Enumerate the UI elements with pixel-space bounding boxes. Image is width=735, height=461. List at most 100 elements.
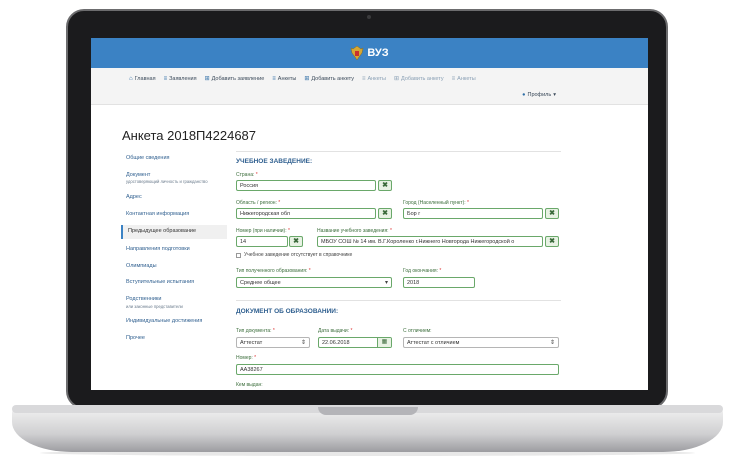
sidebar-item-label: Вступительные испытания — [126, 279, 195, 286]
edu-type-label: Тип полученного образования: * — [236, 268, 311, 274]
list-icon: ≡ — [361, 75, 366, 82]
nav-item-label: Заявления — [169, 75, 197, 82]
sidebar-item-sublabel: или законные представители — [126, 303, 183, 309]
nav-item[interactable]: ⌂ Главная — [129, 75, 156, 82]
list-icon: ≡ — [272, 75, 276, 82]
school-missing-checkbox[interactable] — [236, 253, 241, 258]
country-label: Страна: * — [236, 172, 258, 178]
clear-school-name-button[interactable]: ✖ — [545, 236, 559, 247]
sidebar-item[interactable]: Олимпиады — [121, 261, 227, 273]
issue-date-value: 22.06.2018 — [322, 340, 350, 346]
nav-item[interactable]: ⊞ Добавить анкету — [394, 75, 444, 83]
sidebar-item-label: Общие сведения — [126, 155, 170, 161]
sidebar-item[interactable]: Контактная информация — [121, 209, 227, 221]
nav-item[interactable]: ≡ Заявления — [164, 75, 197, 82]
issue-date-field[interactable]: 22.06.2018 ▦ — [318, 337, 392, 348]
sidebar-item[interactable]: Адрес — [121, 192, 227, 204]
clear-region-button[interactable]: ✖ — [378, 208, 392, 219]
divider — [236, 300, 561, 301]
list-icon: ≡ — [163, 75, 168, 82]
emblem-icon — [351, 45, 364, 61]
issued-by-label: Кем выдан: — [236, 382, 263, 388]
nav-item-label: Анкеты — [457, 75, 476, 82]
edu-type-value: Среднее общее — [240, 280, 281, 286]
country-field[interactable]: Россия — [236, 180, 376, 191]
school-number-field[interactable]: 14 — [236, 236, 288, 247]
sidebar-item[interactable]: Предыдущее образование — [121, 225, 227, 239]
app-header: ВУЗ — [91, 38, 648, 68]
clear-country-button[interactable]: ✖ — [378, 180, 392, 191]
nav-item-label: Главная — [134, 75, 156, 82]
grad-year-label: Год окончания: * — [403, 268, 442, 274]
honors-value: Аттестат с отличием — [407, 340, 460, 346]
clear-school-number-button[interactable]: ✖ — [289, 236, 303, 247]
list-icon: ≡ — [451, 75, 456, 82]
nav-item-label: Анкеты — [367, 75, 386, 82]
chevron-down-icon: ▾ — [384, 280, 388, 286]
region-field[interactable]: Нижегородская обл — [236, 208, 376, 219]
nav-item-label: Добавить заявление — [211, 75, 265, 82]
screen: ВУЗ ⌂ Главная ≡ Заявления ⊞ Добавить заявлени… — [91, 38, 648, 390]
honors-label: С отличием: — [403, 328, 432, 334]
camera — [367, 15, 371, 19]
sidebar-item-label: Прочее — [126, 334, 145, 341]
city-label: Город (Населенный пункт): * — [403, 200, 469, 206]
issue-date-label: Дата выдачи: * — [318, 328, 353, 334]
chevron-down-icon: ▾ — [553, 92, 556, 98]
nav-row: ⌂ Главная ≡ Заявления ⊞ Добавить заявление ≡ Ан… — [129, 75, 476, 83]
school-missing-label: Учебное заведение отсутствует в справочн… — [244, 252, 353, 258]
nav-item-label: Анкеты — [277, 75, 297, 82]
home-icon: ⌂ — [129, 75, 133, 82]
app-title: ВУЗ — [367, 47, 389, 59]
nav-item[interactable]: ≡ Анкеты — [272, 75, 296, 82]
sidebar-item-label: Документ — [126, 171, 151, 178]
divider — [236, 151, 561, 152]
plus-icon: ⊞ — [204, 76, 210, 82]
sidebar-item-sublabel: удостоверяющий личность и гражданство — [126, 179, 208, 185]
document-section-title: ДОКУМЕНТ ОБ ОБРАЗОВАНИИ: — [236, 308, 339, 315]
doc-number-field[interactable]: АА38267 — [236, 364, 559, 375]
top-nav: ⌂ Главная ≡ Заявления ⊞ Добавить заявление ≡ Ан… — [91, 68, 648, 105]
page-title: Анкета 2018П4224687 — [122, 128, 257, 143]
updown-icon: ⇕ — [300, 340, 306, 346]
grad-year-field[interactable]: 2018 — [403, 277, 475, 288]
sidebar: Общие сведения Документ удостоверяющий лич… — [121, 153, 227, 349]
app-logo[interactable]: ВУЗ — [350, 45, 389, 61]
plus-icon: ⊞ — [394, 76, 400, 82]
nav-item-label: Добавить анкету — [311, 75, 354, 82]
nav-item[interactable]: ⊞ Добавить заявление — [204, 75, 265, 83]
profile-menu[interactable]: ● Профиль ▾ — [522, 92, 556, 98]
edu-type-select[interactable]: Среднее общее ▾ — [236, 277, 392, 288]
sidebar-item[interactable]: Направления подготовки — [121, 244, 227, 256]
sidebar-item[interactable]: Документ удостоверяющий личность и гражда… — [121, 170, 227, 187]
sidebar-item[interactable]: Индивидуальные достижения — [121, 316, 227, 328]
sidebar-item-label: Предыдущее образование — [128, 228, 197, 235]
doc-type-label: Тип документа: * — [236, 328, 275, 334]
honors-select[interactable]: Аттестат с отличием ⇕ — [403, 337, 559, 348]
school-name-field[interactable]: МБОУ СОШ № 14 им. В.Г.Короленко г.Нижнег… — [317, 236, 543, 247]
doc-type-select[interactable]: Аттестат ⇕ — [236, 337, 310, 348]
sidebar-item-label: Родственники — [126, 295, 162, 302]
clear-city-button[interactable]: ✖ — [545, 208, 559, 219]
sidebar-item-label: Направления подготовки — [126, 245, 190, 252]
city-field[interactable]: Бор г — [403, 208, 543, 219]
plus-icon: ⊞ — [304, 76, 310, 82]
sidebar-item-label: Олимпиады — [126, 262, 157, 269]
profile-label: Профиль — [527, 92, 552, 98]
nav-item[interactable]: ≡ Анкеты — [452, 75, 476, 82]
sidebar-item[interactable]: Прочее — [121, 333, 227, 345]
school-name-label: Название учебного заведения: * — [317, 228, 392, 234]
sidebar-item[interactable]: Родственники или законные представители — [121, 294, 227, 311]
main-form: УЧЕБНОЕ ЗАВЕДЕНИЕ: — [236, 153, 561, 171]
calendar-icon[interactable]: ▦ — [377, 338, 391, 347]
updown-icon: ⇕ — [549, 340, 555, 346]
nav-item[interactable]: ⊞ Добавить анкету — [304, 75, 354, 83]
sidebar-item[interactable]: Вступительные испытания — [121, 277, 227, 289]
nav-item-label: Добавить анкету — [401, 75, 444, 82]
nav-item[interactable]: ≡ Анкеты — [362, 75, 386, 82]
school-section-title: УЧЕБНОЕ ЗАВЕДЕНИЕ: — [236, 158, 313, 165]
sidebar-item-label: Индивидуальные достижения — [126, 318, 203, 325]
school-number-label: Номер (при наличии): * — [236, 228, 290, 234]
sidebar-item[interactable]: Общие сведения — [121, 153, 227, 165]
region-label: Область / регион: * — [236, 200, 281, 206]
